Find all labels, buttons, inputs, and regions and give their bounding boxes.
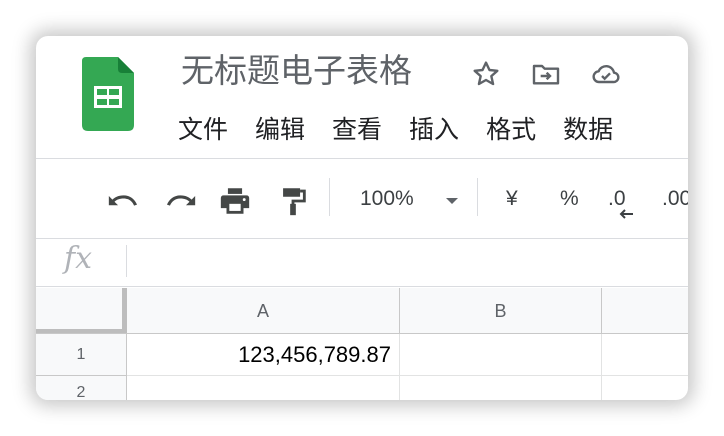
document-title[interactable]: 无标题电子表格 — [181, 51, 412, 91]
zoom-select[interactable]: 100% — [360, 185, 414, 213]
chevron-down-icon[interactable] — [444, 196, 460, 206]
cell-c1[interactable] — [602, 334, 688, 376]
arrow-left-icon — [619, 209, 633, 219]
select-all-corner[interactable] — [36, 288, 127, 334]
formula-bar-divider-bottom — [36, 286, 688, 287]
row-header-1[interactable]: 1 — [36, 334, 127, 376]
menu-insert[interactable]: 插入 — [409, 112, 459, 148]
column-header-c[interactable] — [602, 288, 688, 334]
increase-decimal-button[interactable]: .00 — [662, 185, 688, 213]
percent-format-button[interactable]: % — [560, 185, 579, 213]
menu-view[interactable]: 查看 — [332, 112, 382, 148]
cell-a2[interactable] — [127, 376, 400, 400]
menu-data[interactable]: 数据 — [563, 112, 613, 148]
menu-bar: 文件 编辑 查看 插入 格式 数据 — [178, 112, 640, 148]
move-folder-icon[interactable] — [530, 58, 562, 90]
row-header-2[interactable]: 2 — [36, 376, 127, 400]
column-header-b[interactable]: B — [400, 288, 602, 334]
fx-icon: fx — [64, 241, 93, 276]
menu-edit[interactable]: 编辑 — [255, 112, 305, 148]
cloud-saved-icon[interactable] — [590, 58, 622, 90]
cell-c2[interactable] — [602, 376, 688, 400]
cell-b2[interactable] — [400, 376, 602, 400]
increase-decimal-label: .00 — [662, 187, 688, 210]
undo-icon[interactable] — [106, 184, 140, 218]
sheets-logo-icon[interactable] — [82, 57, 134, 131]
star-icon[interactable] — [470, 58, 502, 90]
redo-icon[interactable] — [164, 184, 198, 218]
currency-format-button[interactable]: ¥ — [506, 185, 518, 213]
decrease-decimal-button[interactable]: .0 — [608, 185, 633, 219]
toolbar-divider-bottom — [36, 238, 688, 239]
paint-format-icon[interactable] — [276, 184, 310, 218]
app-window: 无标题电子表格 文件 编辑 查看 插入 格式 数据 100% ¥ % .0 .0… — [36, 36, 688, 400]
decrease-decimal-label: .0 — [608, 187, 626, 210]
formula-input[interactable] — [136, 245, 676, 277]
column-header-a[interactable]: A — [127, 288, 400, 334]
menu-format[interactable]: 格式 — [486, 112, 536, 148]
cell-b1[interactable] — [400, 334, 602, 376]
print-icon[interactable] — [218, 184, 252, 218]
menu-file[interactable]: 文件 — [178, 112, 228, 148]
toolbar-divider — [329, 178, 330, 216]
toolbar-divider — [477, 178, 478, 216]
header-divider — [36, 158, 688, 159]
cell-a1[interactable]: 123,456,789.87 — [127, 334, 400, 376]
formula-bar-divider — [126, 245, 127, 277]
